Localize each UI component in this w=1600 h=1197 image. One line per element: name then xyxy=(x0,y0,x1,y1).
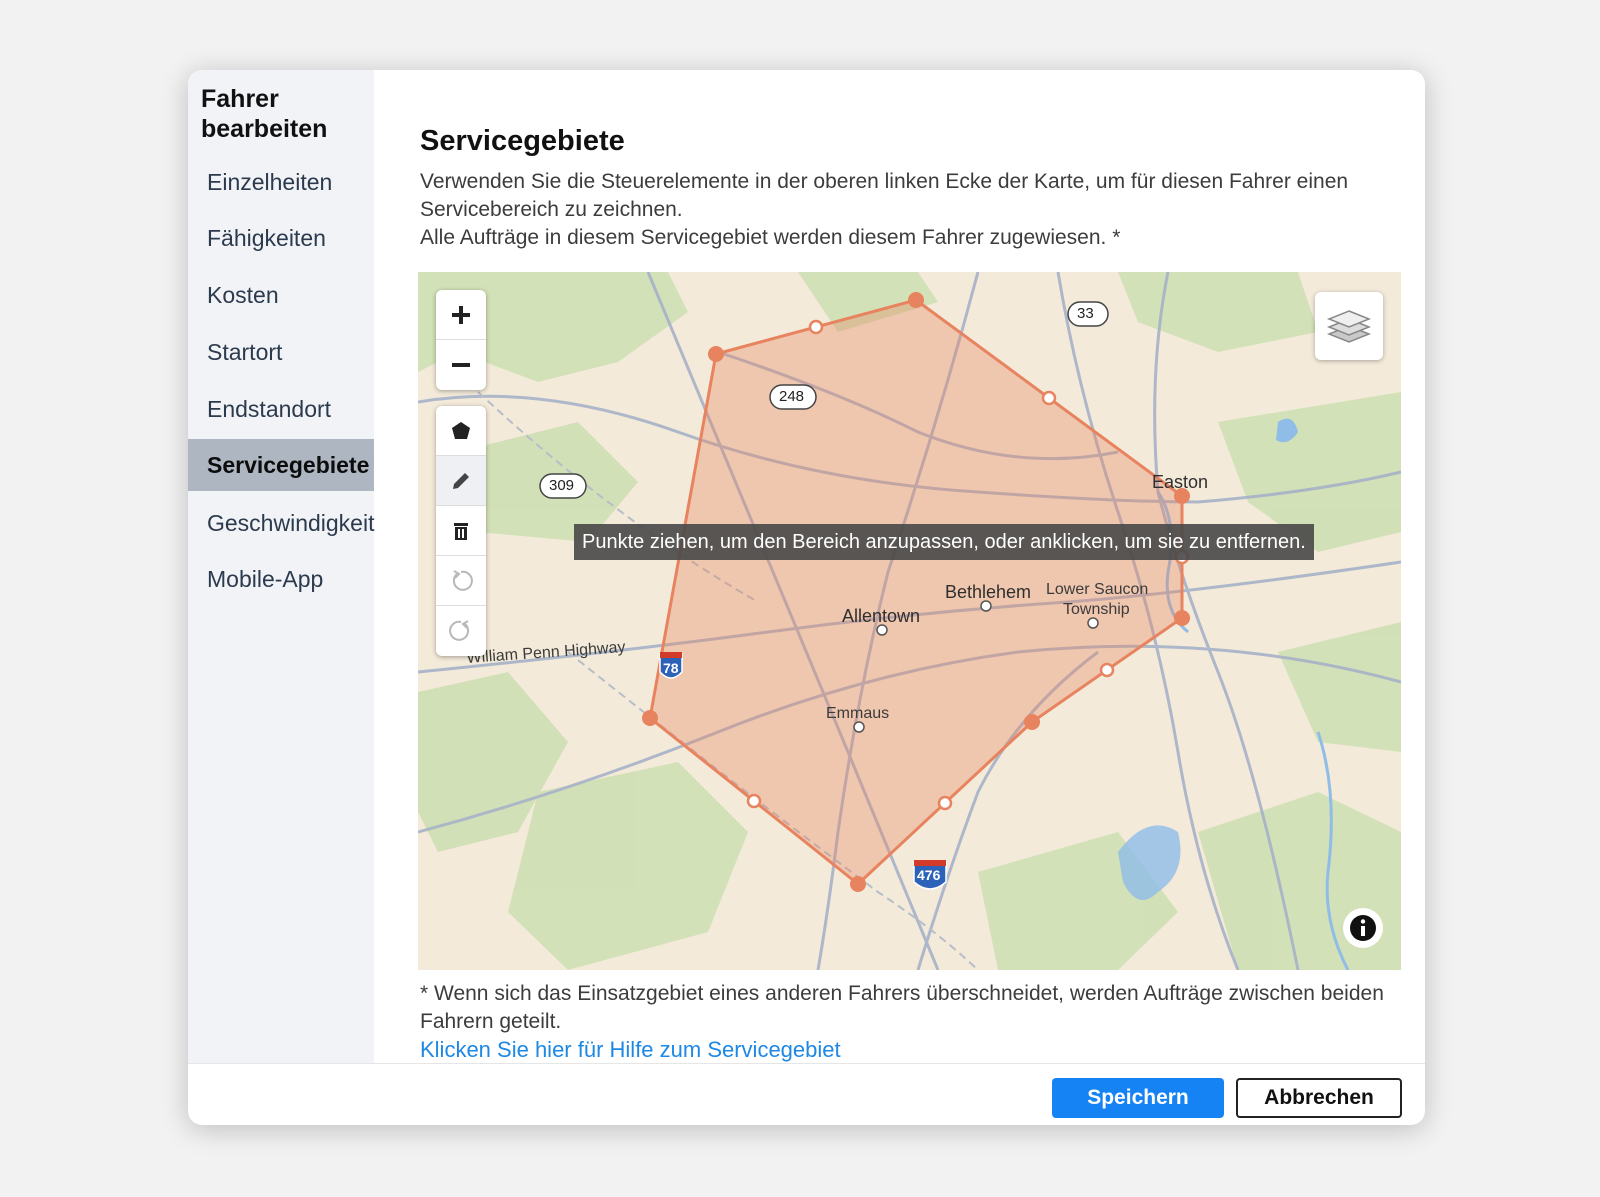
draw-polygon-button[interactable] xyxy=(436,406,486,456)
route-shield-248: 248 xyxy=(779,388,805,405)
zoom-in-button[interactable] xyxy=(436,290,486,340)
zoom-in-icon xyxy=(452,305,470,324)
info-button[interactable] xyxy=(1343,908,1383,948)
save-button[interactable]: Speichern xyxy=(1052,1078,1224,1118)
delete-polygon-button[interactable] xyxy=(436,506,486,556)
sidebar-item-kosten[interactable]: Kosten xyxy=(188,269,374,321)
pencil-icon xyxy=(453,472,469,489)
redo-icon xyxy=(449,620,470,641)
sidebar-item-startort[interactable]: Startort xyxy=(188,326,374,378)
overlap-footnote: * Wenn sich das Einsatzgebiet eines ande… xyxy=(420,982,1384,1033)
zoom-controls xyxy=(436,290,486,390)
interstate-shield-78: 78 xyxy=(663,660,679,676)
description-line-1: Verwenden Sie die Steuerelemente in der … xyxy=(420,170,1349,221)
map-tooltip: Punkte ziehen, um den Bereich anzupassen… xyxy=(574,524,1314,560)
edit-driver-dialog: Fahrer bearbeiten Einzelheiten Fähigkeit… xyxy=(188,70,1425,1125)
info-icon xyxy=(1350,915,1376,941)
sidebar-item-geschwindigkeit[interactable]: Geschwindigkeit xyxy=(188,497,374,549)
description: Verwenden Sie die Steuerelemente in der … xyxy=(420,168,1395,252)
route-shield-309: 309 xyxy=(549,477,575,494)
sidebar-item-servicegebiete[interactable]: Servicegebiete xyxy=(188,439,374,491)
footer-divider xyxy=(188,1063,1425,1064)
polygon-icon xyxy=(452,421,470,439)
page-title: Servicegebiete xyxy=(420,125,625,157)
description-line-2: Alle Aufträge in diesem Servicegebiet we… xyxy=(420,226,1121,249)
map-label-easton: Easton xyxy=(1152,472,1209,492)
map-label-bethlehem: Bethlehem xyxy=(945,582,1032,602)
map-label-lower-saucon: Lower Saucon xyxy=(1046,581,1149,598)
trash-icon xyxy=(454,522,468,540)
layers-icon xyxy=(1326,310,1372,343)
edit-polygon-button[interactable] xyxy=(436,456,486,506)
sidebar-item-einzelheiten[interactable]: Einzelheiten xyxy=(188,156,374,208)
service-area-help-link[interactable]: Klicken Sie hier für Hilfe zum Servicege… xyxy=(420,1037,841,1063)
service-area-map[interactable]: 33 248 309 78 476 Easton Bethlehem Allen… xyxy=(418,272,1401,970)
sidebar-item-endstandort[interactable]: Endstandort xyxy=(188,383,374,435)
cancel-button[interactable]: Abbrechen xyxy=(1236,1078,1402,1118)
sidebar-item-faehigkeiten[interactable]: Fähigkeiten xyxy=(188,212,374,264)
sidebar-title: Fahrer bearbeiten xyxy=(201,85,328,143)
map-label-township: Township xyxy=(1063,601,1130,618)
zoom-out-button[interactable] xyxy=(436,340,486,390)
layers-button[interactable] xyxy=(1315,292,1383,360)
map-label-emmaus: Emmaus xyxy=(826,705,890,722)
undo-icon xyxy=(452,569,473,591)
draw-controls xyxy=(436,406,486,656)
undo-button[interactable] xyxy=(436,556,486,606)
sidebar-item-mobile-app[interactable]: Mobile-App xyxy=(188,553,374,605)
map-label-allentown: Allentown xyxy=(842,606,921,626)
sidebar: Fahrer bearbeiten Einzelheiten Fähigkeit… xyxy=(188,70,374,1063)
interstate-shield-476: 476 xyxy=(917,867,941,883)
redo-button[interactable] xyxy=(436,606,486,656)
zoom-out-icon xyxy=(452,363,470,367)
route-shield-33: 33 xyxy=(1077,305,1094,322)
